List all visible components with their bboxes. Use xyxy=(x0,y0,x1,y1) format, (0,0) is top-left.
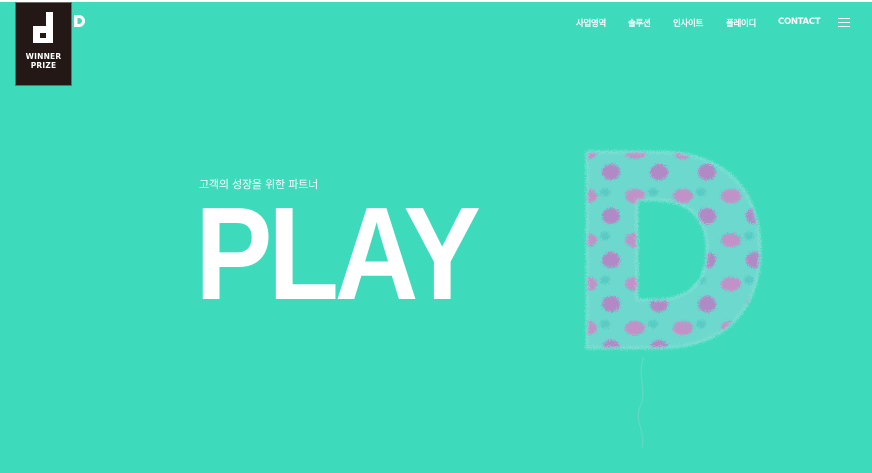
badge-line-1: WINNER xyxy=(25,52,62,61)
nav-item-solution[interactable]: 솔루션 xyxy=(628,17,651,29)
winner-prize-badge[interactable]: WINNER PRIZE xyxy=(16,3,71,85)
nav-item-business[interactable]: 사업영역 xyxy=(576,17,606,29)
hamburger-icon[interactable] xyxy=(838,18,850,28)
fur-letter-d-icon xyxy=(585,150,762,350)
hero-headline: PLAY xyxy=(195,180,481,327)
top-border xyxy=(0,0,872,2)
badge-line-2: PRIZE xyxy=(30,61,57,70)
nav-item-playd[interactable]: 플레이디 xyxy=(726,17,756,29)
nav-item-contact[interactable]: CONTACT xyxy=(778,17,821,27)
nav-item-insight[interactable]: 인사이트 xyxy=(673,17,703,29)
main-nav: 사업영역 솔루션 인사이트 플레이디 CONTACT xyxy=(0,17,872,31)
balloon-string-icon xyxy=(637,356,645,449)
badge-text: WINNER PRIZE xyxy=(26,52,62,70)
